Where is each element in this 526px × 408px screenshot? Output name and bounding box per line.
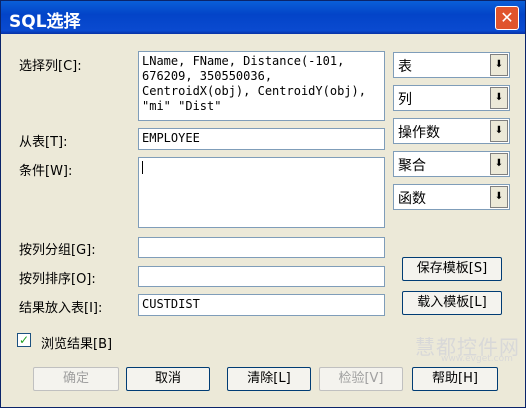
cancel-button[interactable]: 取消 [126, 367, 210, 391]
combo-value: 函数 [398, 191, 426, 207]
combo-value: 表 [398, 59, 412, 75]
chevron-down-icon[interactable]: ⬇ [490, 120, 508, 142]
combo-value: 列 [398, 92, 412, 108]
chevron-down-icon[interactable]: ⬇ [490, 186, 508, 208]
text-caret [142, 161, 143, 174]
help-button[interactable]: 帮助[H] [412, 367, 498, 391]
from-table-field[interactable]: EMPLOYEE [138, 128, 385, 150]
verify-button[interactable]: 检验[V] [319, 367, 403, 391]
browse-label: 浏览结果[B] [41, 337, 113, 352]
chevron-down-icon[interactable]: ⬇ [490, 153, 508, 175]
into-table-label: 结果放入表[I]: [19, 301, 103, 316]
into-table-field[interactable]: CUSTDIST [138, 294, 385, 316]
title-bar[interactable]: SQL选择 ✕ [1, 1, 525, 34]
chevron-down-icon[interactable]: ⬇ [490, 87, 508, 109]
window-title: SQL选择 [9, 12, 81, 32]
column-combo[interactable]: 列 ⬇ [393, 85, 510, 111]
table-combo[interactable]: 表 ⬇ [393, 52, 510, 78]
where-label: 条件[W]: [19, 164, 73, 179]
close-button[interactable]: ✕ [495, 6, 519, 30]
select-columns-label: 选择列[C]: [19, 59, 82, 74]
where-field[interactable] [138, 157, 385, 228]
function-combo[interactable]: 函数 ⬇ [393, 184, 510, 210]
group-by-field[interactable] [138, 237, 385, 258]
ok-button[interactable]: 确定 [33, 367, 119, 391]
sql-select-dialog: SQL选择 ✕ 选择列[C]: 从表[T]: 条件[W]: 按列分组[G]: 按… [0, 0, 526, 408]
operator-combo[interactable]: 操作数 ⬇ [393, 118, 510, 144]
order-by-field[interactable] [138, 266, 385, 287]
chevron-down-icon[interactable]: ⬇ [490, 54, 508, 76]
save-template-button[interactable]: 保存模板[S] [402, 257, 502, 281]
clear-button[interactable]: 清除[L] [227, 367, 311, 391]
from-table-label: 从表[T]: [19, 135, 68, 150]
order-by-label: 按列排序[O]: [19, 272, 96, 287]
watermark-url: www.evget.com [441, 354, 513, 364]
group-by-label: 按列分组[G]: [19, 243, 96, 258]
combo-value: 操作数 [398, 125, 440, 141]
load-template-button[interactable]: 载入模板[L] [402, 291, 502, 315]
select-columns-field[interactable]: LName, FName, Distance(-101, 676209, 350… [138, 51, 385, 121]
combo-value: 聚合 [398, 158, 426, 174]
browse-checkbox[interactable]: ✓ [17, 333, 31, 347]
aggregate-combo[interactable]: 聚合 ⬇ [393, 151, 510, 177]
